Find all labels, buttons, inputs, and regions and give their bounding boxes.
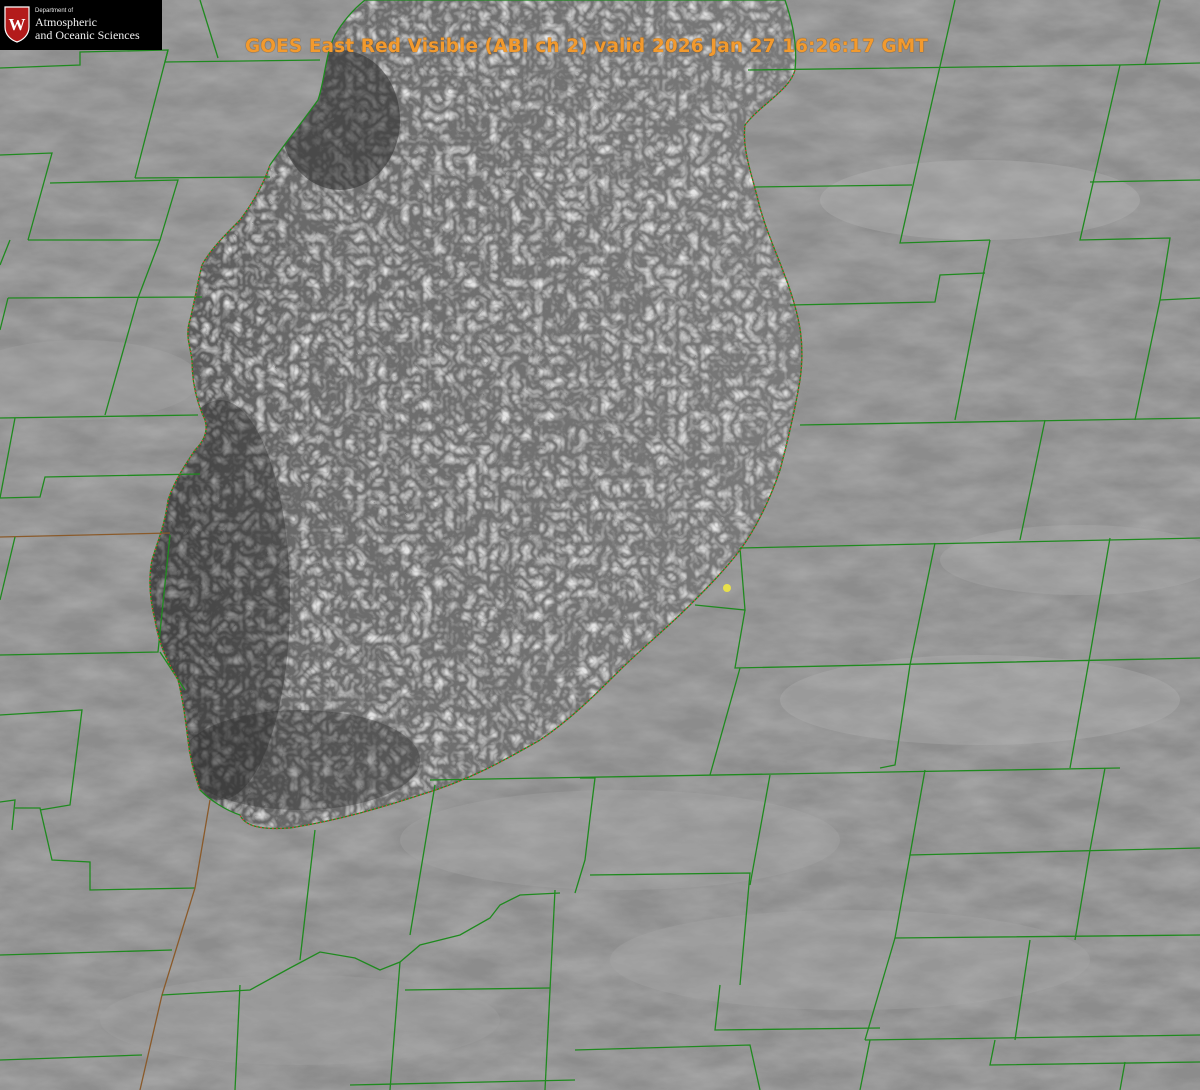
image-title: GOES East Red Visible (ABI ch 2) valid 2… <box>245 36 928 57</box>
logo-department-label: Department of <box>35 8 74 14</box>
location-dot-icon <box>723 584 731 592</box>
department-logo: W Department of Atmospheric and Oceanic … <box>0 0 162 50</box>
svg-text:W: W <box>9 15 26 34</box>
logo-name-line-2: and Oceanic Sciences <box>35 28 140 42</box>
satellite-map[interactable]: W Department of Atmospheric and Oceanic … <box>0 0 1200 1090</box>
university-crest-icon: W <box>4 6 30 43</box>
map-canvas <box>0 0 1200 1090</box>
